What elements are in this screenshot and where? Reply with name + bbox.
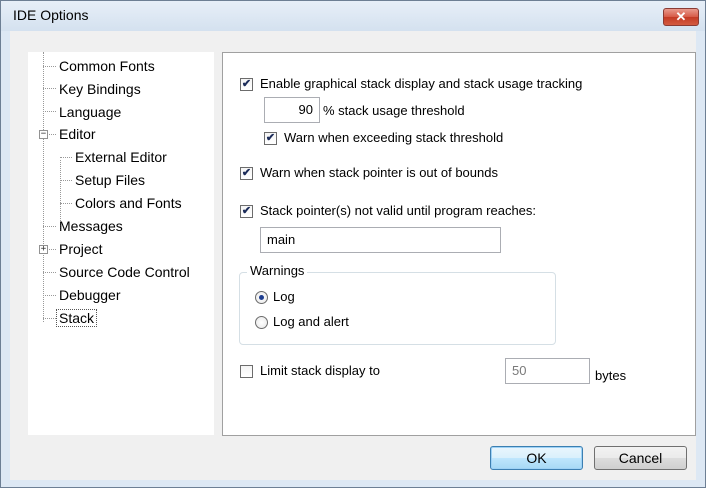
tree-item-label: Setup Files [75,172,146,188]
cancel-button[interactable]: Cancel [594,446,687,470]
warn-threshold-label[interactable]: Warn when exceeding stack threshold [284,130,503,145]
tree-item-common-fonts[interactable]: Common Fonts [57,56,157,76]
limit-stack-label[interactable]: Limit stack display to [260,363,380,378]
tree-item-label: Key Bindings [59,81,141,97]
sp-valid-input[interactable]: main [260,227,501,253]
editor-collapse-icon[interactable]: − [39,130,48,139]
tree-line [60,180,72,181]
log-radio[interactable] [255,291,268,304]
tree-line [43,318,56,319]
tree-item-label: Language [59,104,122,120]
tree-item-colors-and-fonts[interactable]: Colors and Fonts [73,193,184,213]
log-and-alert-radio-label[interactable]: Log and alert [273,314,349,329]
category-tree[interactable]: − + Common Fonts Key Bindings Language E… [28,52,214,435]
tree-line [43,66,56,67]
tree-item-stack[interactable]: Stack [55,308,98,328]
tree-item-label: Editor [59,126,96,142]
window-title: IDE Options [13,7,89,23]
project-expand-icon[interactable]: + [39,245,48,254]
tree-item-label: Project [59,241,103,257]
tree-item-editor[interactable]: Editor [57,124,98,144]
radio-selected-dot [259,295,264,300]
tree-line [60,157,72,158]
tree-line [43,226,56,227]
tree-item-external-editor[interactable]: External Editor [73,147,169,167]
warn-bounds-checkbox[interactable]: ✔ [240,167,253,180]
tree-item-label: Common Fonts [59,58,155,74]
tree-line [43,272,56,273]
tree-item-label: External Editor [75,149,167,165]
tree-item-debugger[interactable]: Debugger [57,285,123,305]
log-and-alert-radio[interactable] [255,316,268,329]
tree-item-key-bindings[interactable]: Key Bindings [57,79,143,99]
tree-item-label: Messages [59,218,123,234]
ok-button[interactable]: OK [490,446,583,470]
title-bar[interactable]: IDE Options ✕ [1,1,705,31]
sp-valid-label[interactable]: Stack pointer(s) not valid until program… [260,203,536,218]
tree-item-language[interactable]: Language [57,102,123,122]
close-button[interactable]: ✕ [663,8,699,26]
warnings-groupbox [239,272,556,345]
warn-bounds-label[interactable]: Warn when stack pointer is out of bounds [260,165,498,180]
tree-line [43,111,56,112]
ide-options-dialog: IDE Options ✕ − + Common Fonts Key Bindi… [0,0,706,488]
limit-stack-checkbox[interactable] [240,365,253,378]
dialog-body: − + Common Fonts Key Bindings Language E… [10,31,696,480]
threshold-label: % stack usage threshold [323,103,465,118]
tree-item-project[interactable]: Project [57,239,105,259]
tree-line [43,295,56,296]
limit-stack-input[interactable]: 50 [505,358,590,384]
tree-item-setup-files[interactable]: Setup Files [73,170,147,190]
tree-line [43,88,56,89]
threshold-input[interactable]: 90 [264,97,320,123]
tree-item-source-code-control[interactable]: Source Code Control [57,262,192,282]
limit-unit-label: bytes [595,368,627,383]
tree-item-label: Source Code Control [59,264,190,280]
sp-valid-checkbox[interactable]: ✔ [240,205,253,218]
tree-line [49,249,56,250]
tree-line [60,203,72,204]
log-radio-label[interactable]: Log [273,289,295,304]
enable-stack-tracking-checkbox[interactable]: ✔ [240,78,253,91]
tree-item-label: Debugger [59,287,121,303]
tree-item-label: Colors and Fonts [75,195,182,211]
stack-settings-panel: ✔ Enable graphical stack display and sta… [222,52,696,436]
enable-stack-tracking-label[interactable]: Enable graphical stack display and stack… [260,76,582,91]
warnings-group-title: Warnings [247,263,308,278]
tree-line [43,52,44,322]
tree-item-messages[interactable]: Messages [57,216,125,236]
tree-line [49,134,56,135]
tree-item-label: Stack [55,309,98,327]
warn-threshold-checkbox[interactable]: ✔ [264,132,277,145]
